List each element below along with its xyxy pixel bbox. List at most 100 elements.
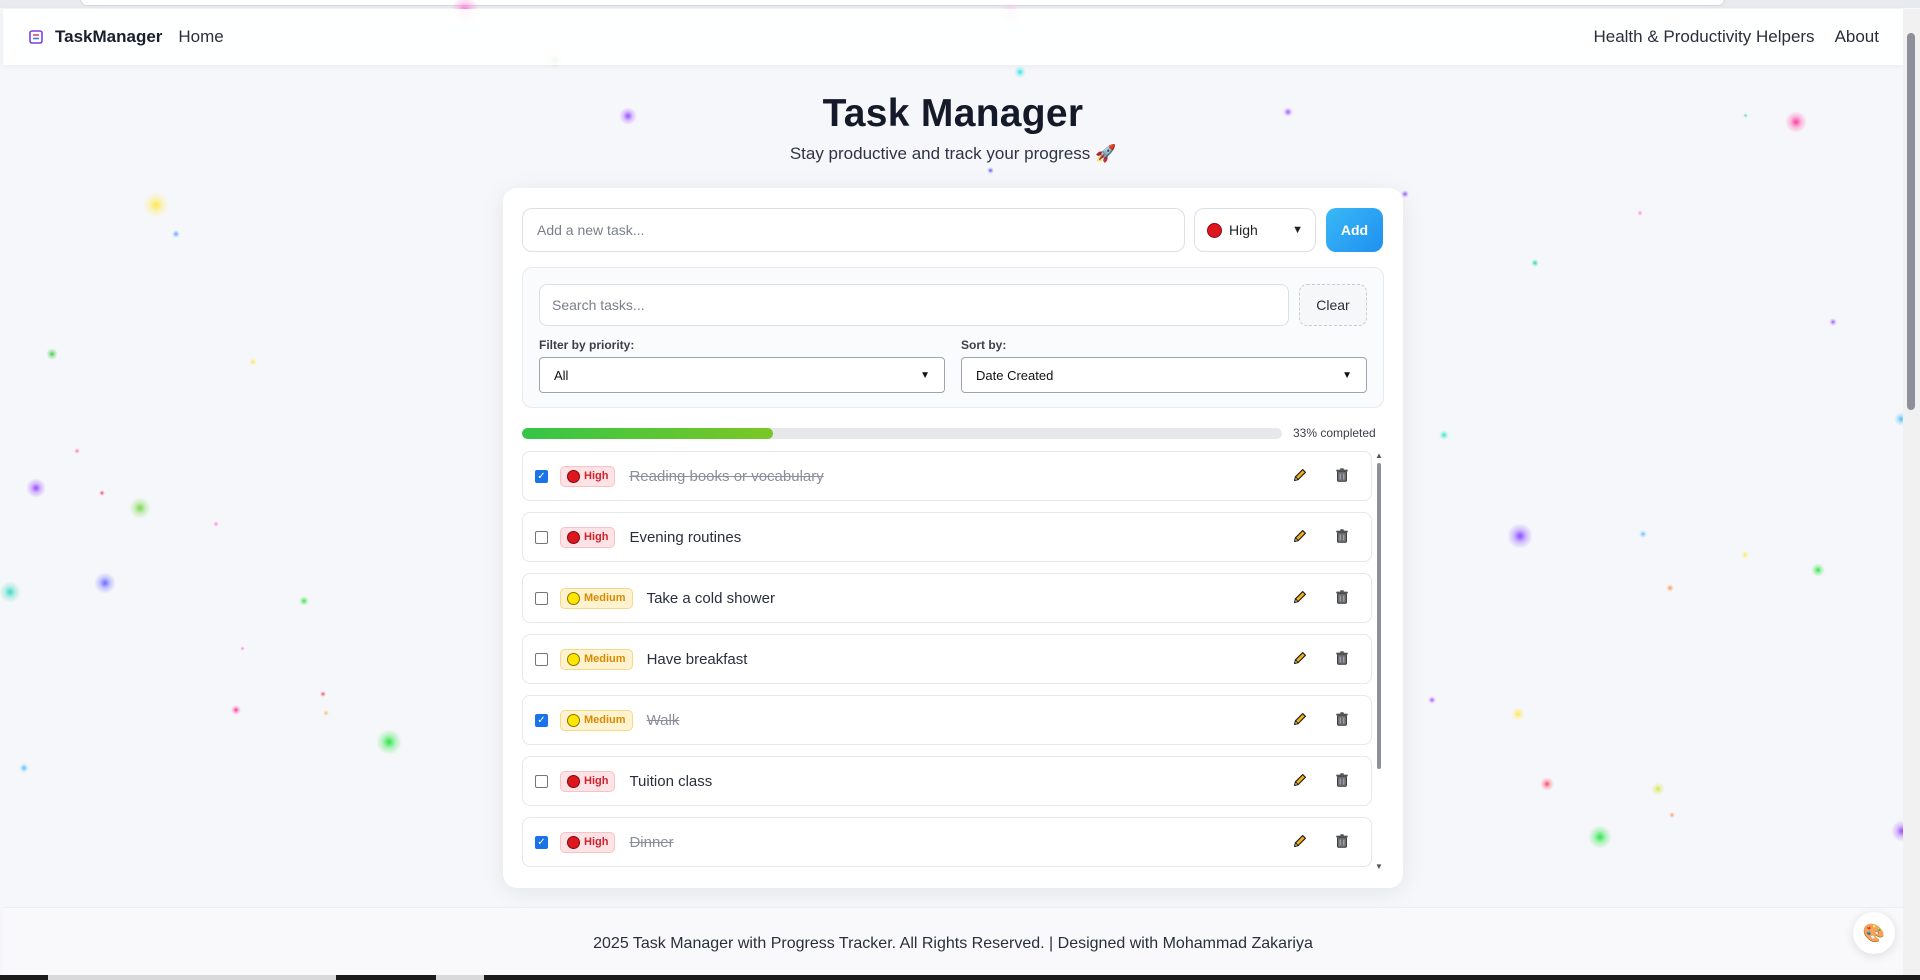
task-row[interactable]: ✓ Medium Walk — [522, 695, 1372, 745]
confetti-dot — [1014, 66, 1026, 78]
task-row[interactable]: ✓ High Dinner — [522, 817, 1372, 867]
task-checkbox[interactable] — [535, 652, 548, 666]
task-checkbox[interactable] — [535, 591, 548, 605]
task-text: Have breakfast — [646, 650, 748, 668]
confetti-dot — [94, 572, 116, 594]
task-checkbox[interactable] — [535, 774, 548, 788]
trash-icon[interactable] — [1333, 710, 1353, 730]
trash-icon[interactable] — [1333, 771, 1353, 791]
confetti-dot — [213, 521, 219, 527]
confetti-dot — [99, 490, 105, 496]
confetti-dot — [143, 192, 169, 218]
confetti-dot — [376, 729, 402, 755]
pencil-icon[interactable] — [1291, 466, 1311, 486]
confetti-dot — [46, 348, 58, 360]
chevron-down-icon: ▼ — [1342, 369, 1352, 381]
task-list-scrollbar[interactable]: ▲ ▼ — [1374, 451, 1384, 871]
scroll-down-icon[interactable]: ▼ — [1375, 862, 1383, 871]
confetti-dot — [1811, 563, 1825, 577]
confetti-dot — [1507, 523, 1533, 549]
priority-dot-icon — [567, 713, 580, 727]
search-input[interactable]: Search tasks... — [539, 284, 1289, 326]
priority-badge-label: High — [584, 775, 609, 787]
priority-dot-icon — [567, 469, 580, 483]
priority-badge-label: High — [584, 836, 609, 848]
priority-dot-icon — [567, 530, 580, 544]
confetti-dot — [1639, 530, 1647, 538]
address-bar — [80, 0, 1725, 6]
chevron-down-icon: ▼ — [1292, 224, 1303, 236]
priority-dot-icon — [567, 835, 580, 849]
pencil-icon[interactable] — [1291, 527, 1311, 547]
pencil-icon[interactable] — [1291, 832, 1311, 852]
browser-chrome — [0, 0, 1920, 8]
nav-home-link[interactable]: Home — [178, 27, 223, 47]
scrollbar-thumb[interactable] — [1377, 463, 1381, 769]
page-scrollbar[interactable] — [1903, 9, 1920, 980]
confetti-dot — [74, 448, 80, 454]
confetti-dot — [1439, 430, 1449, 440]
confetti-dot — [1511, 707, 1525, 721]
confetti-dot — [986, 166, 994, 174]
search-placeholder: Search tasks... — [552, 297, 645, 313]
pencil-icon[interactable] — [1291, 771, 1311, 791]
high-priority-dot-icon — [1207, 222, 1222, 238]
trash-icon[interactable] — [1333, 649, 1353, 669]
priority-badge: High — [560, 770, 616, 792]
task-checkbox[interactable] — [535, 530, 548, 544]
priority-dot-icon — [567, 774, 580, 788]
task-row[interactable]: ✓ High Reading books or vocabulary — [522, 451, 1372, 501]
nav-health-link[interactable]: Health & Productivity Helpers — [1593, 27, 1814, 47]
trash-icon[interactable] — [1333, 466, 1353, 486]
priority-badge: Medium — [560, 587, 633, 609]
task-row[interactable]: Medium Have breakfast — [522, 634, 1372, 684]
task-row[interactable]: High Evening routines — [522, 512, 1372, 562]
confetti-dot — [1531, 259, 1539, 267]
priority-select[interactable]: High ▼ — [1194, 208, 1316, 252]
trash-icon[interactable] — [1333, 832, 1353, 852]
palette-icon: 🎨 — [1862, 922, 1886, 943]
scroll-up-icon[interactable]: ▲ — [1375, 451, 1383, 460]
new-task-input[interactable] — [522, 208, 1185, 252]
page-subtitle: Stay productive and track your progress … — [789, 144, 1117, 163]
confetti-dot — [1540, 777, 1554, 791]
sort-by-value: Date Created — [976, 367, 1054, 383]
confetti-dot — [249, 358, 257, 366]
task-text: Dinner — [629, 833, 674, 851]
pencil-icon[interactable] — [1291, 649, 1311, 669]
filter-priority-select[interactable]: All ▼ — [539, 357, 945, 393]
priority-badge: Medium — [560, 709, 633, 731]
sort-by-label: Sort by: — [961, 338, 1007, 352]
priority-badge-label: Medium — [584, 653, 626, 665]
task-checkbox[interactable]: ✓ — [535, 469, 548, 483]
confetti-dot — [299, 596, 309, 606]
clear-button[interactable]: Clear — [1299, 284, 1367, 326]
pencil-icon[interactable] — [1291, 588, 1311, 608]
add-task-button[interactable]: Add — [1326, 208, 1383, 252]
brand[interactable]: TaskManager — [27, 27, 162, 47]
priority-badge: High — [560, 526, 616, 548]
filter-priority-value: All — [554, 367, 569, 383]
theme-toggle-button[interactable]: 🎨 — [1853, 912, 1895, 954]
progress-label: 33% completed — [1293, 426, 1376, 440]
priority-badge: High — [560, 831, 616, 853]
trash-icon[interactable] — [1333, 588, 1353, 608]
pencil-icon[interactable] — [1291, 710, 1311, 730]
task-text: Walk — [646, 711, 680, 729]
priority-select-value: High — [1229, 222, 1258, 238]
confetti-dot — [1651, 782, 1665, 796]
confetti-dot — [1588, 825, 1612, 849]
confetti-dot — [1669, 812, 1675, 818]
confetti-dot — [239, 645, 245, 651]
sort-by-select[interactable]: Date Created ▼ — [961, 357, 1367, 393]
task-row[interactable]: Medium Take a cold shower — [522, 573, 1372, 623]
progress-fill — [522, 428, 773, 439]
page-scrollbar-thumb[interactable] — [1907, 33, 1915, 410]
nav-about-link[interactable]: About — [1835, 27, 1879, 47]
task-checkbox[interactable]: ✓ — [535, 713, 548, 727]
task-row[interactable]: High Tuition class — [522, 756, 1372, 806]
trash-icon[interactable] — [1333, 527, 1353, 547]
confetti-dot — [26, 478, 46, 498]
confetti-dot — [320, 691, 326, 697]
task-checkbox[interactable]: ✓ — [535, 835, 548, 849]
